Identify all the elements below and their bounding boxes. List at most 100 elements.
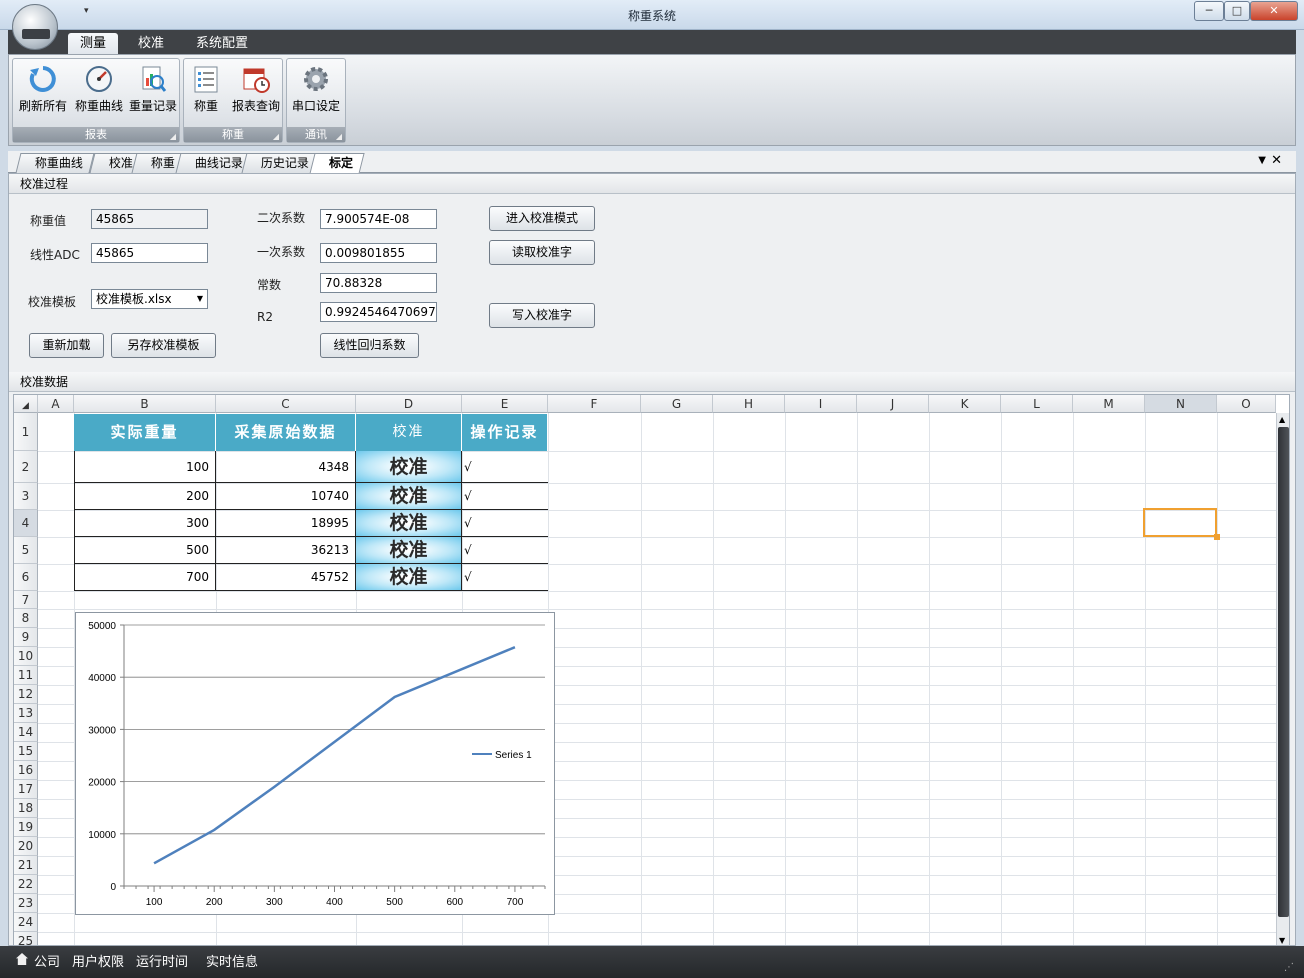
enter-calibration-button[interactable]: 进入校准模式	[489, 206, 595, 231]
row-header[interactable]: 20	[14, 837, 38, 856]
ribbon-tab-system-config[interactable]: 系统配置	[184, 33, 260, 54]
tab-close-icon[interactable]: ✕	[1271, 153, 1282, 168]
row-header[interactable]: 2	[14, 451, 38, 483]
column-header[interactable]: E	[462, 395, 548, 413]
quadratic-coef-field[interactable]: 7.900574E-08	[320, 209, 437, 229]
column-header[interactable]: M	[1073, 395, 1145, 413]
calibrate-cell-button[interactable]: 校准	[356, 537, 462, 564]
row-header[interactable]: 1	[14, 413, 38, 451]
save-template-as-button[interactable]: 另存校准模板	[111, 333, 216, 358]
tab-weight-curve[interactable]: 称重曲线	[15, 153, 95, 173]
ribbon-tab-measure[interactable]: 测量	[68, 33, 119, 54]
row-header[interactable]: 24	[14, 913, 38, 932]
linear-regression-button[interactable]: 线性回归系数	[320, 333, 419, 358]
column-header[interactable]: H	[713, 395, 785, 413]
column-header[interactable]: A	[38, 395, 74, 413]
weight-record-button[interactable]: 重量记录	[125, 62, 181, 122]
select-all-corner[interactable]: ◢	[14, 395, 38, 413]
row-header[interactable]: 19	[14, 818, 38, 837]
fill-handle[interactable]	[1214, 534, 1220, 540]
column-header[interactable]: O	[1217, 395, 1276, 413]
dialog-launcher-icon[interactable]: ◢	[273, 129, 279, 144]
cell-raw-data[interactable]: 45752	[216, 564, 356, 591]
column-header[interactable]: F	[548, 395, 641, 413]
tab-history[interactable]: 历史记录	[241, 153, 321, 173]
row-header[interactable]: 7	[14, 591, 38, 609]
row-header[interactable]: 16	[14, 761, 38, 780]
dialog-launcher-icon[interactable]: ◢	[170, 129, 176, 144]
cell-weight[interactable]: 200	[74, 483, 216, 510]
row-header[interactable]: 4	[14, 510, 38, 537]
write-calibration-button[interactable]: 写入校准字	[489, 303, 595, 328]
column-header[interactable]: K	[929, 395, 1001, 413]
row-header[interactable]: 14	[14, 723, 38, 742]
cell-raw-data[interactable]: 4348	[216, 451, 356, 483]
weigh-button[interactable]: 称重	[178, 62, 234, 122]
column-header[interactable]: I	[785, 395, 857, 413]
row-header[interactable]: 12	[14, 685, 38, 704]
cell-weight[interactable]: 300	[74, 510, 216, 537]
cell-operation-mark[interactable]: √	[462, 564, 548, 591]
row-header[interactable]: 6	[14, 564, 38, 591]
column-header[interactable]: J	[857, 395, 929, 413]
row-header[interactable]: 5	[14, 537, 38, 564]
report-query-button[interactable]: 报表查询	[228, 62, 284, 122]
row-header[interactable]: 17	[14, 780, 38, 799]
vertical-scrollbar[interactable]: ▲ ▼	[1276, 413, 1289, 945]
minimize-button[interactable]: ─	[1194, 1, 1224, 21]
row-header[interactable]: 13	[14, 704, 38, 723]
row-header[interactable]: 21	[14, 856, 38, 875]
row-header[interactable]: 9	[14, 628, 38, 647]
reload-button[interactable]: 重新加载	[29, 333, 104, 358]
header-raw-data[interactable]: 采集原始数据	[216, 414, 356, 451]
row-header[interactable]: 8	[14, 609, 38, 628]
header-calibrate[interactable]: 校准	[356, 414, 462, 451]
weight-curve-button[interactable]: 称重曲线	[71, 62, 127, 122]
header-actual-weight[interactable]: 实际重量	[74, 414, 216, 451]
cell-operation-mark[interactable]: √	[462, 483, 548, 510]
spreadsheet[interactable]: ◢ ABCDEFGHIJKLMNO 1 2 3 4 5 6 7 8 9 10 11 12 13 14 15 1…	[13, 394, 1290, 946]
scroll-down-icon[interactable]: ▼	[1279, 936, 1285, 945]
calibrate-cell-button[interactable]: 校准	[356, 510, 462, 537]
header-operation-log[interactable]: 操作记录	[462, 414, 548, 451]
serial-settings-button[interactable]: 串口设定	[288, 62, 344, 122]
cell-weight[interactable]: 100	[74, 451, 216, 483]
tab-list-dropdown-icon[interactable]: ▼	[1258, 155, 1266, 166]
tab-standardize[interactable]: 标定	[309, 153, 365, 174]
quick-access-dropdown-icon[interactable]: ▾	[84, 6, 89, 16]
cell-raw-data[interactable]: 10740	[216, 483, 356, 510]
row-header[interactable]: 23	[14, 894, 38, 913]
cell-operation-mark[interactable]: √	[462, 510, 548, 537]
row-header[interactable]: 3	[14, 483, 38, 510]
row-header[interactable]: 18	[14, 799, 38, 818]
maximize-button[interactable]: □	[1224, 1, 1250, 21]
constant-field[interactable]: 70.88328	[320, 273, 437, 293]
calibrate-cell-button[interactable]: 校准	[356, 564, 462, 591]
calibrate-cell-button[interactable]: 校准	[356, 451, 462, 483]
cell-weight[interactable]: 500	[74, 537, 216, 564]
selected-cell[interactable]	[1143, 508, 1217, 537]
calibration-chart[interactable]: 0 10000 20000 30000 40000 50000 100 200 300 400 50…	[75, 612, 555, 915]
resize-grip-icon[interactable]: ⋰	[1284, 962, 1294, 973]
dialog-launcher-icon[interactable]: ◢	[336, 129, 342, 144]
row-header[interactable]: 25	[14, 932, 38, 945]
close-button[interactable]: ✕	[1250, 1, 1298, 21]
linear-coef-field[interactable]: 0.009801855	[320, 243, 437, 263]
cell-raw-data[interactable]: 36213	[216, 537, 356, 564]
column-header[interactable]: G	[641, 395, 713, 413]
template-select[interactable]: 校准模板.xlsx ▼	[91, 289, 208, 309]
cell-operation-mark[interactable]: √	[462, 537, 548, 564]
app-menu-button[interactable]	[12, 4, 58, 50]
refresh-all-button[interactable]: 刷新所有	[15, 62, 71, 122]
cell-operation-mark[interactable]: √	[462, 451, 548, 483]
r2-field[interactable]: 0.99245464706971	[320, 302, 437, 322]
scroll-up-icon[interactable]: ▲	[1279, 415, 1285, 424]
column-header[interactable]: N	[1145, 395, 1217, 413]
weight-value-field[interactable]: 45865	[91, 209, 208, 229]
read-calibration-button[interactable]: 读取校准字	[489, 240, 595, 265]
column-header[interactable]: C	[216, 395, 356, 413]
column-header[interactable]: B	[74, 395, 216, 413]
row-header[interactable]: 15	[14, 742, 38, 761]
cell-weight[interactable]: 700	[74, 564, 216, 591]
cell-raw-data[interactable]: 18995	[216, 510, 356, 537]
